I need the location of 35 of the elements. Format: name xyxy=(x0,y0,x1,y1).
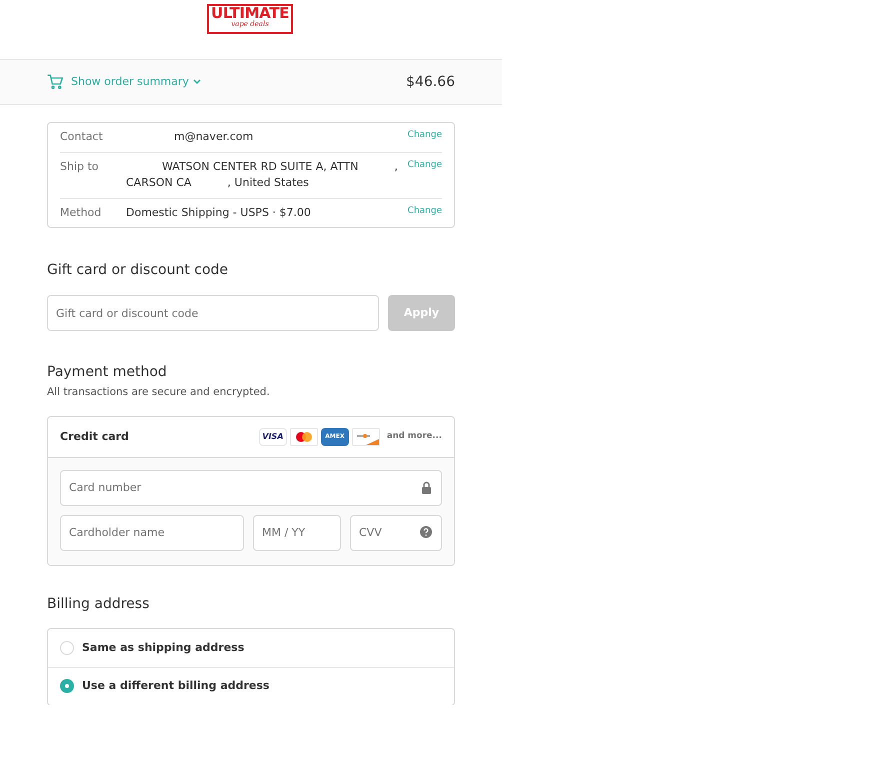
radio-button[interactable] xyxy=(60,679,74,694)
review-value: , xyxy=(394,158,398,174)
section-subtitle: All transactions are secure and encrypted. xyxy=(47,385,271,400)
review-label: Method xyxy=(60,204,102,220)
chevron-down-icon xyxy=(192,79,201,85)
lock-icon xyxy=(421,480,432,494)
cvv-field[interactable]: CVV xyxy=(350,514,442,551)
more-cards-text: and more... xyxy=(386,430,442,444)
change-link[interactable]: Change xyxy=(408,158,442,192)
section-heading: Payment method xyxy=(47,363,168,382)
review-value: WATSON CENTER RD SUITE A, ATTN xyxy=(162,158,358,174)
discover-card-logo xyxy=(352,428,380,446)
billing-option[interactable]: Same as shipping address xyxy=(48,628,454,667)
review-value: Domestic Shipping - USPS · $7.00 xyxy=(126,204,311,220)
cart-icon xyxy=(47,74,63,90)
visa-card-logo: VISA xyxy=(258,428,287,446)
change-link[interactable]: Change xyxy=(408,204,442,221)
card-number-field[interactable]: Card number xyxy=(60,470,442,506)
review-value: , United States xyxy=(227,175,309,191)
review-value: CARSON CA xyxy=(126,175,192,191)
cardholder-name-field[interactable]: Cardholder name xyxy=(60,514,244,551)
review-value: m@naver.com xyxy=(174,129,254,145)
order-total: $46.66 xyxy=(406,72,455,92)
change-link[interactable]: Change xyxy=(408,129,442,146)
order-summary-toggle[interactable]: Show order summary xyxy=(71,74,201,90)
payment-method-label: Credit card xyxy=(60,428,129,444)
expiry-field[interactable]: MM / YY xyxy=(253,514,341,551)
help-icon xyxy=(420,526,432,538)
review-label: Contact xyxy=(60,129,104,145)
billing-option[interactable]: Use a different billing address xyxy=(48,666,454,705)
radio-button[interactable] xyxy=(60,640,74,655)
section-heading: Gift card or discount code xyxy=(47,261,230,280)
review-label: Ship to xyxy=(60,158,100,174)
section-heading: Billing address xyxy=(47,594,150,614)
mastercard-logo xyxy=(290,428,318,446)
